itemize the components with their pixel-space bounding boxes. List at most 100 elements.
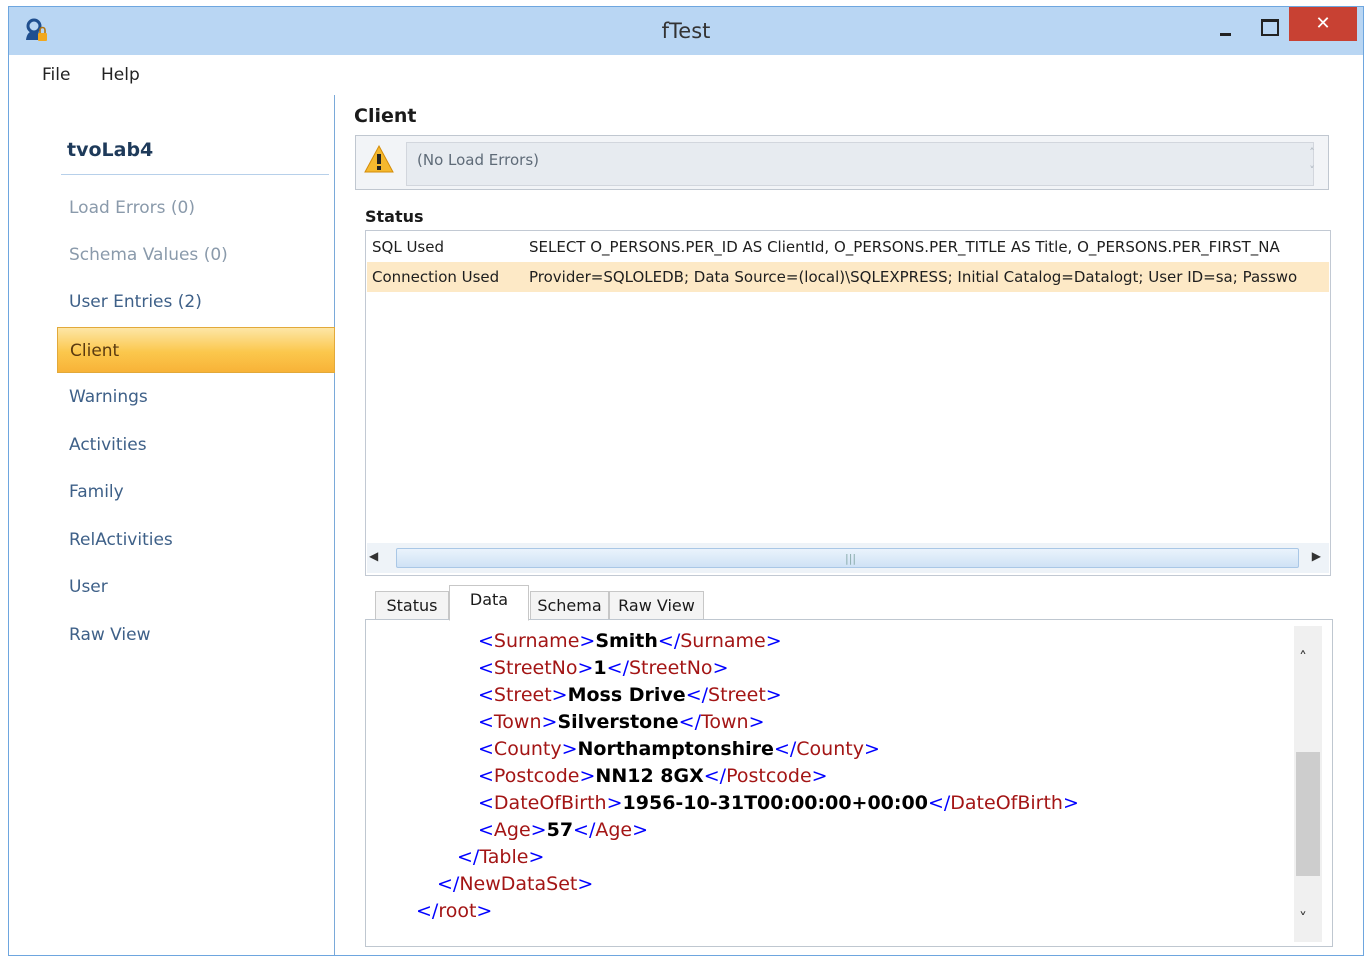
title-bar: fTest ✕ — [9, 7, 1363, 55]
xml-line: </NewDataSet> — [366, 871, 1286, 898]
xml-line: <County>Northamptonshire</County> — [366, 736, 1286, 763]
xml-value: 57 — [546, 819, 574, 841]
sidebar-title: tvoLab4 — [67, 139, 154, 161]
xml-tag: County — [796, 738, 864, 760]
arrow-right-icon[interactable]: ▶ — [1312, 549, 1321, 563]
sidebar-divider — [61, 174, 329, 175]
xml-bracket: < — [478, 792, 494, 814]
xml-bracket: > — [765, 630, 782, 652]
xml-bracket: > — [541, 711, 558, 733]
xml-tag: Table — [479, 846, 529, 868]
xml-tag: Postcode — [726, 765, 812, 787]
sidebar-item-load-errors[interactable]: Load Errors (0) — [57, 185, 335, 231]
xml-bracket: > — [551, 684, 568, 706]
sidebar-item-relactivities[interactable]: RelActivities — [57, 517, 335, 563]
xml-bracket: > — [476, 900, 493, 922]
xml-bracket: < — [478, 711, 494, 733]
sidebar-item-user[interactable]: User — [57, 564, 335, 610]
menu-help[interactable]: Help — [101, 65, 140, 85]
xml-bracket: > — [1062, 792, 1079, 814]
xml-bracket: > — [811, 765, 828, 787]
xml-tag: root — [438, 900, 477, 922]
main-panel: Client (No Load Errors) ˄ ˅ Status SQL U… — [349, 95, 1349, 955]
scrollbar-thumb[interactable] — [1296, 752, 1320, 876]
vertical-scrollbar[interactable]: ˄ ˅ — [1294, 626, 1322, 942]
sidebar-item-warnings[interactable]: Warnings — [57, 374, 335, 420]
xml-bracket: </ — [927, 792, 951, 814]
xml-value: Smith — [595, 630, 658, 652]
load-errors-scrollbar[interactable]: ˄ ˅ — [1304, 144, 1320, 184]
xml-bracket: > — [530, 819, 547, 841]
xml-data-panel: <Surname>Smith</Surname> <StreetNo>1</Str… — [365, 619, 1333, 947]
chevron-up-icon[interactable]: ˄ — [1304, 144, 1320, 162]
scrollbar-thumb[interactable]: ||| — [396, 548, 1299, 568]
sidebar-item-user-entries[interactable]: User Entries (2) — [57, 279, 335, 325]
status-heading: Status — [365, 207, 424, 226]
xml-bracket: < — [478, 657, 494, 679]
sidebar: tvoLab4 Load Errors (0) Schema Values (0… — [9, 95, 335, 955]
tab-raw-view[interactable]: Raw View — [609, 591, 704, 621]
horizontal-scrollbar[interactable]: ◀ ||| ▶ — [367, 543, 1329, 573]
chevron-down-icon[interactable]: ˅ — [1299, 909, 1307, 928]
xml-tag: Town — [700, 711, 749, 733]
maximize-button[interactable] — [1250, 11, 1288, 45]
xml-value: NN12 8GX — [595, 765, 704, 787]
sidebar-item-raw-view[interactable]: Raw View — [57, 612, 335, 658]
xml-line: </Table> — [366, 844, 1286, 871]
xml-bracket: </ — [416, 900, 439, 922]
sidebar-item-client[interactable]: Client — [57, 327, 335, 373]
xml-line: <Age>57</Age> — [366, 817, 1286, 844]
page-title: Client — [354, 105, 417, 127]
app-window: fTest ✕ File Help tvoLab4 Load Errors (0… — [8, 6, 1364, 956]
xml-tag: Age — [493, 819, 531, 841]
xml-viewer: <Surname>Smith</Surname> <StreetNo>1</Str… — [366, 628, 1286, 925]
xml-bracket: > — [765, 684, 782, 706]
warning-icon — [364, 144, 394, 173]
status-grid: SQL Used SELECT O_PERSONS.PER_ID AS Clie… — [365, 230, 1331, 576]
grip-icon: ||| — [845, 552, 857, 565]
menu-bar: File Help — [9, 55, 1363, 95]
xml-bracket: </ — [703, 765, 727, 787]
xml-bracket: > — [577, 657, 594, 679]
xml-tag: County — [493, 738, 562, 760]
sidebar-item-schema-values[interactable]: Schema Values (0) — [57, 232, 335, 278]
close-icon: ✕ — [1315, 13, 1331, 34]
load-errors-box: (No Load Errors) ˄ ˅ — [355, 135, 1329, 190]
xml-tag: Town — [493, 711, 542, 733]
xml-line: </root> — [366, 898, 1286, 925]
xml-bracket: > — [528, 846, 545, 868]
xml-line: <Surname>Smith</Surname> — [366, 628, 1286, 655]
menu-file[interactable]: File — [42, 65, 70, 85]
chevron-up-icon[interactable]: ˄ — [1299, 648, 1307, 667]
xml-tag: Postcode — [493, 765, 580, 787]
xml-bracket: > — [712, 657, 729, 679]
table-row[interactable]: SQL Used SELECT O_PERSONS.PER_ID AS Clie… — [367, 232, 1329, 262]
xml-bracket: > — [577, 873, 594, 895]
sidebar-item-activities[interactable]: Activities — [57, 422, 335, 468]
minimize-button[interactable] — [1207, 11, 1245, 45]
table-row[interactable]: Connection Used Provider=SQLOLEDB; Data … — [367, 262, 1329, 292]
xml-bracket: < — [478, 765, 494, 787]
xml-tag: Surname — [493, 630, 580, 652]
xml-bracket: </ — [457, 846, 480, 868]
xml-value: 1 — [593, 657, 607, 679]
status-key: SQL Used — [372, 238, 444, 256]
xml-tag: Street — [708, 684, 766, 706]
arrow-left-icon[interactable]: ◀ — [369, 549, 378, 563]
status-value: SELECT O_PERSONS.PER_ID AS ClientId, O_P… — [529, 238, 1280, 256]
chevron-down-icon[interactable]: ˅ — [1304, 162, 1320, 180]
load-errors-text: (No Load Errors) — [406, 142, 1314, 186]
tab-schema[interactable]: Schema — [530, 591, 609, 621]
close-button[interactable]: ✕ — [1289, 7, 1357, 41]
xml-bracket: > — [579, 630, 596, 652]
tab-status[interactable]: Status — [375, 591, 449, 621]
xml-line: <Town>Silverstone</Town> — [366, 709, 1286, 736]
xml-line: <DateOfBirth>1956-10-31T00:00:00+00:00</… — [366, 790, 1286, 817]
xml-tag: StreetNo — [628, 657, 713, 679]
tab-data[interactable]: Data — [449, 585, 529, 621]
sidebar-item-family[interactable]: Family — [57, 469, 335, 515]
status-key: Connection Used — [372, 268, 500, 286]
xml-bracket: </ — [678, 711, 701, 733]
xml-bracket: > — [748, 711, 765, 733]
xml-bracket: </ — [573, 819, 596, 841]
